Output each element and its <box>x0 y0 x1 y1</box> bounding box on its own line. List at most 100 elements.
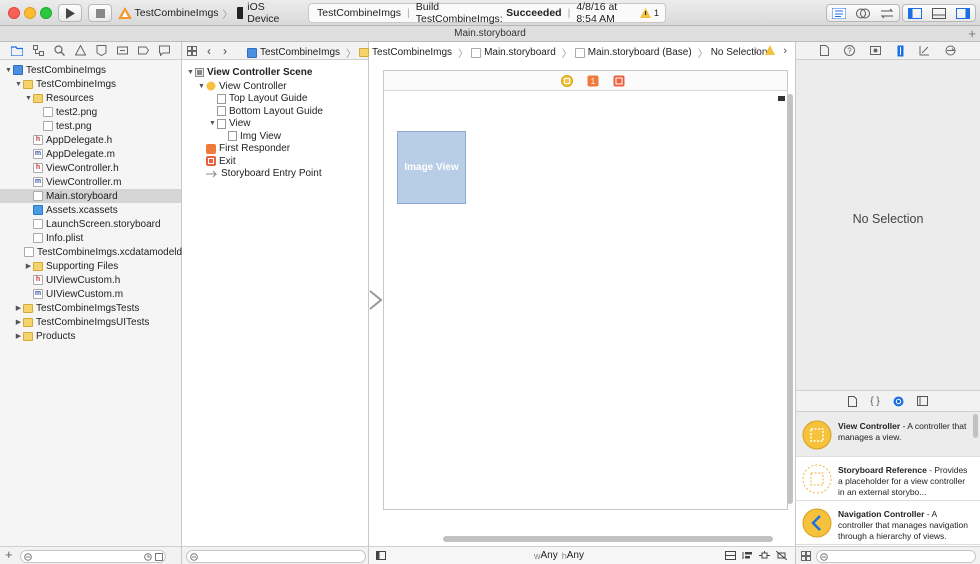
navigator-item[interactable]: m AppDelegate.m <box>0 147 181 161</box>
report-navigator-icon[interactable] <box>159 45 170 56</box>
exit-dock-icon[interactable] <box>613 75 625 87</box>
size-inspector-icon[interactable] <box>919 45 930 56</box>
resolve-issues-icon[interactable] <box>776 551 787 560</box>
outline-item[interactable]: First Responder <box>197 143 290 155</box>
attributes-inspector-icon[interactable] <box>897 45 904 57</box>
library-scrollbar[interactable] <box>973 414 978 438</box>
storyboard-entry-arrow-icon[interactable] <box>369 290 383 310</box>
breadcrumb-item[interactable]: Main.storyboard <box>471 47 556 58</box>
align-icon[interactable] <box>742 551 753 560</box>
first-responder-dock-icon[interactable]: 1 <box>587 75 599 87</box>
file-template-library-icon[interactable] <box>848 395 858 407</box>
disclosure-triangle-icon[interactable]: ▼ <box>208 120 217 127</box>
project-navigator-icon[interactable] <box>11 45 23 56</box>
quick-help-icon[interactable]: ? <box>843 45 855 56</box>
pin-icon[interactable] <box>759 551 770 560</box>
version-editor-icon[interactable] <box>880 8 894 19</box>
navigator-item[interactable]: m UIViewCustom.m <box>0 287 181 301</box>
navigator-item[interactable]: ▶ TestCombineImgsUITests <box>0 315 181 329</box>
library-filter-field[interactable] <box>816 550 976 563</box>
outline-item[interactable]: Exit <box>197 155 236 167</box>
outline-item[interactable]: Img View <box>219 130 281 142</box>
disclosure-triangle-icon[interactable]: ▼ <box>4 67 13 74</box>
view-controller-scene[interactable]: 1 Image View <box>383 70 788 510</box>
standard-editor-icon[interactable] <box>831 7 846 19</box>
outline-filter-field[interactable] <box>186 550 366 563</box>
breadcrumb-item[interactable]: TestCombineImgs <box>359 47 452 58</box>
navigator-item[interactable]: test.png <box>0 119 181 133</box>
navigator-item[interactable]: h UIViewCustom.h <box>0 273 181 287</box>
breadcrumb-item[interactable]: Main.storyboard (Base) <box>574 47 692 58</box>
previous-issue-icon[interactable]: ‹ <box>754 45 758 57</box>
symbol-navigator-icon[interactable] <box>33 45 44 56</box>
next-issue-icon[interactable]: › <box>783 45 787 57</box>
navigator-item[interactable]: test2.png <box>0 105 181 119</box>
navigator-item[interactable]: ▼ Resources <box>0 91 181 105</box>
library-item[interactable]: Navigation Controller - A controller tha… <box>796 501 980 545</box>
file-inspector-icon[interactable] <box>819 45 829 56</box>
outline-item[interactable]: Top Layout Guide <box>208 93 307 105</box>
view-controller-dock-icon[interactable] <box>561 75 573 87</box>
scene-disclosure-icon[interactable]: ▼ <box>186 69 195 76</box>
navigator-item[interactable]: ▶ TestCombineImgsTests <box>0 301 181 315</box>
navigator-item[interactable]: h AppDelegate.h <box>0 133 181 147</box>
scm-filter-icon[interactable] <box>155 553 163 561</box>
run-button[interactable] <box>58 4 82 22</box>
breakpoint-navigator-icon[interactable] <box>138 45 149 56</box>
navigator-item[interactable]: ▼ TestCombineImgs <box>0 63 181 77</box>
navigator-panel-icon[interactable] <box>908 7 922 19</box>
disclosure-triangle-icon[interactable]: ▶ <box>14 304 23 312</box>
object-library-icon[interactable] <box>893 396 904 407</box>
add-file-icon[interactable]: + <box>5 547 13 562</box>
utilities-panel-icon[interactable] <box>956 7 970 19</box>
navigator-item[interactable]: TestCombineImgs.xcdatamodeld <box>0 245 182 259</box>
navigator-item[interactable]: h ViewController.h <box>0 161 181 175</box>
storyboard-canvas[interactable]: TestCombineImgs 〉 TestCombineImgs 〉 Main.sto… <box>247 42 796 564</box>
disclosure-triangle-icon[interactable]: ▶ <box>14 332 23 340</box>
close-window-button[interactable] <box>8 7 20 19</box>
vertical-scrollbar[interactable] <box>787 94 793 504</box>
outline-item[interactable]: ▼ View <box>208 118 250 130</box>
recent-files-icon[interactable] <box>144 553 152 561</box>
navigator-item[interactable]: LaunchScreen.storyboard <box>0 217 181 231</box>
breadcrumb-item[interactable]: TestCombineImgs <box>247 47 340 58</box>
scheme-selector[interactable]: TestCombineImgs 〉 iOS Device <box>118 1 298 25</box>
editor-tab[interactable]: Main.storyboard + <box>0 26 980 42</box>
stack-icon[interactable] <box>725 551 736 560</box>
size-class-control[interactable]: w Any h Any <box>534 550 584 561</box>
add-tab-icon[interactable]: + <box>968 26 976 42</box>
disclosure-triangle-icon[interactable]: ▼ <box>197 83 206 90</box>
disclosure-triangle-icon[interactable]: ▼ <box>24 95 33 102</box>
library-item[interactable]: Storyboard Reference - Provides a placeh… <box>796 457 980 501</box>
test-navigator-icon[interactable] <box>96 45 107 56</box>
outline-item[interactable]: Storyboard Entry Point <box>197 168 322 180</box>
navigator-item[interactable]: Info.plist <box>0 231 181 245</box>
disclosure-triangle-icon[interactable]: ▶ <box>24 262 33 270</box>
debug-panel-icon[interactable] <box>932 7 946 19</box>
horizontal-scrollbar[interactable] <box>443 536 773 542</box>
find-navigator-icon[interactable] <box>54 45 65 56</box>
minimize-window-button[interactable] <box>24 7 36 19</box>
navigator-item[interactable]: Main.storyboard <box>0 189 181 203</box>
navigator-filter-field[interactable] <box>20 550 166 563</box>
document-outline-toggle-icon[interactable] <box>376 551 386 560</box>
warning-marker-icon[interactable] <box>765 45 776 55</box>
media-library-icon[interactable] <box>916 396 928 406</box>
disclosure-triangle-icon[interactable]: ▶ <box>14 318 23 326</box>
stop-button[interactable] <box>88 4 112 22</box>
issue-navigator-icon[interactable] <box>75 45 86 56</box>
library-grid-toggle-icon[interactable] <box>801 551 811 561</box>
navigator-item[interactable]: ▶ Supporting Files <box>0 259 181 273</box>
debug-navigator-icon[interactable] <box>117 45 128 56</box>
image-view[interactable]: Image View <box>397 131 466 204</box>
navigator-item[interactable]: ▼ TestCombineImgs <box>0 77 181 91</box>
code-snippet-library-icon[interactable]: { } <box>870 396 879 407</box>
disclosure-triangle-icon[interactable]: ▼ <box>14 81 23 88</box>
identity-inspector-icon[interactable] <box>870 45 882 56</box>
connections-inspector-icon[interactable] <box>945 45 956 56</box>
navigator-item[interactable]: ▶ Products <box>0 329 181 343</box>
scene-header[interactable]: ▼ View Controller Scene <box>186 66 312 78</box>
navigator-item[interactable]: Assets.xcassets <box>0 203 181 217</box>
outline-item[interactable]: ▼ View Controller <box>197 80 287 92</box>
outline-item[interactable]: Bottom Layout Guide <box>208 105 323 117</box>
